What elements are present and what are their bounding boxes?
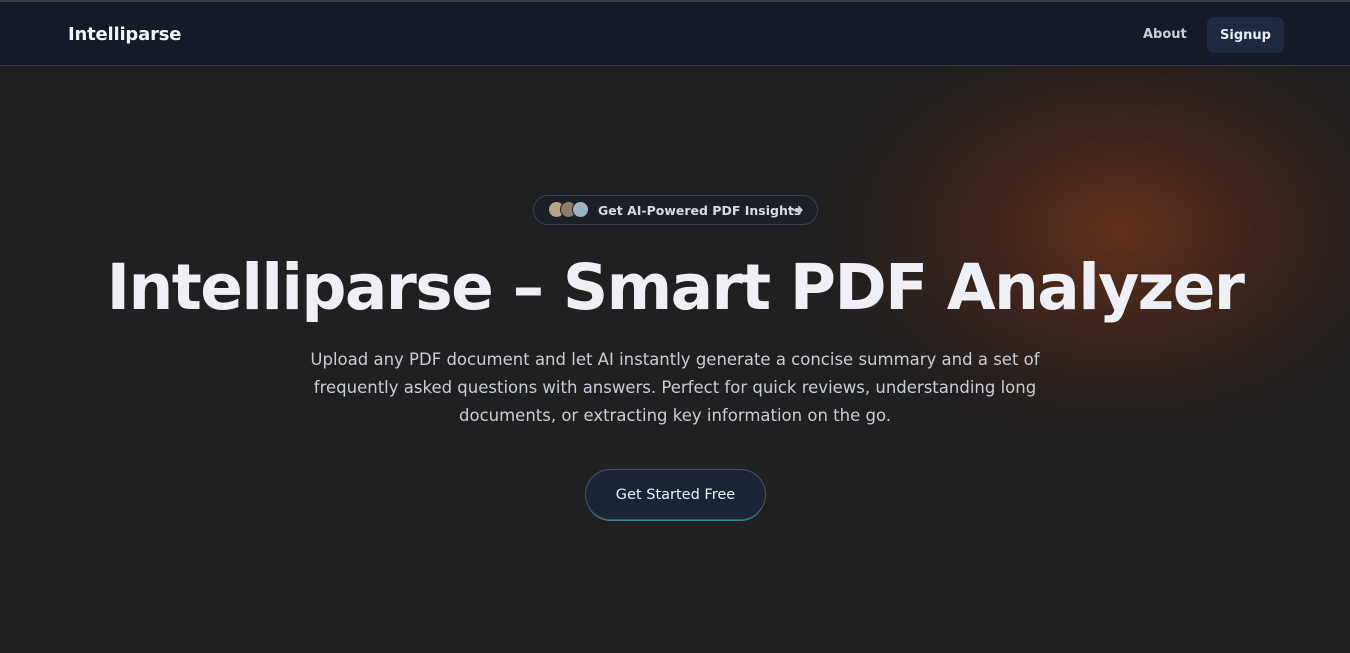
brand-logo-text[interactable]: Intelliparse	[68, 24, 181, 45]
hero-description: Upload any PDF document and let AI insta…	[310, 350, 1040, 425]
signup-button-label: Signup	[1220, 27, 1271, 43]
nav-about-link[interactable]: About	[1143, 27, 1187, 42]
avatar	[572, 201, 589, 218]
hero-title: Intelliparse – Smart PDF Analyzer	[106, 251, 1245, 324]
landing-page: Intelliparse About Signup Get AI-Powered…	[0, 0, 1350, 653]
avatar-group	[548, 201, 592, 219]
arrow-right-icon	[792, 205, 803, 215]
badge-label: Get AI-Powered PDF Insights	[598, 203, 802, 218]
top-navbar: Intelliparse About Signup	[0, 0, 1350, 66]
get-started-label: Get Started Free	[615, 486, 736, 503]
signup-button[interactable]: Signup	[1207, 17, 1284, 53]
ai-insights-badge[interactable]: Get AI-Powered PDF Insights	[533, 195, 818, 225]
get-started-button[interactable]: Get Started Free	[585, 469, 766, 520]
